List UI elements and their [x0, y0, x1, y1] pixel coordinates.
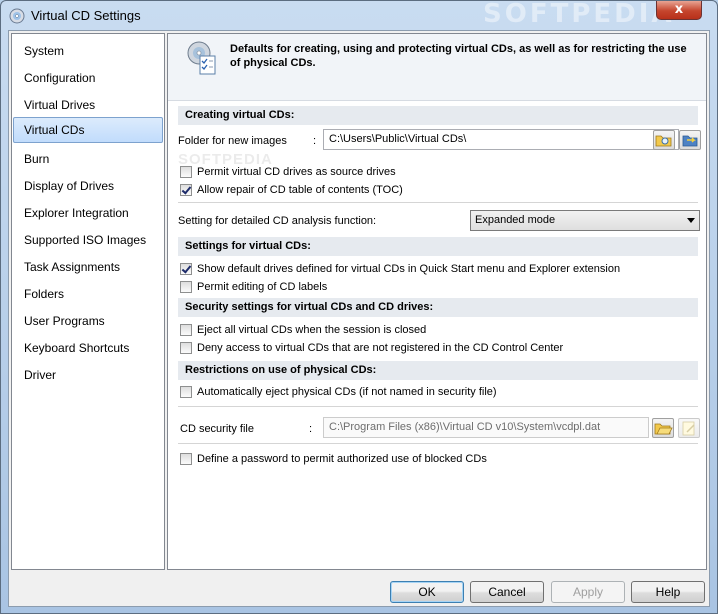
cancel-button[interactable]: Cancel	[470, 581, 544, 603]
allow-toc-repair-label: Allow repair of CD table of contents (TO…	[197, 184, 403, 196]
separator	[178, 202, 698, 203]
reset-folder-button[interactable]	[679, 130, 701, 150]
eject-all-on-close-label: Eject all virtual CDs when the session i…	[197, 324, 427, 336]
security-file-colon: :	[309, 423, 313, 435]
close-button[interactable]: x	[656, 1, 702, 20]
sidebar-item-display-of-drives[interactable]: Display of Drives	[13, 173, 163, 199]
ok-button[interactable]: OK	[390, 581, 464, 603]
cd-analysis-label: Setting for detailed CD analysis functio…	[178, 215, 377, 227]
section-restrictions-physical-cds: Restrictions on use of physical CDs:	[178, 361, 698, 380]
auto-eject-physical-label: Automatically eject physical CDs (if not…	[197, 386, 497, 398]
sidebar-item-burn[interactable]: Burn	[13, 146, 163, 172]
cd-analysis-mode-value: Expanded mode	[475, 214, 556, 226]
section-settings-virtual-cds: Settings for virtual CDs:	[178, 237, 698, 256]
sidebar-item-task-assignments[interactable]: Task Assignments	[13, 254, 163, 280]
close-icon: x	[674, 2, 684, 17]
folder-search-icon	[655, 135, 672, 147]
app-cd-icon	[9, 8, 25, 24]
sidebar-item-supported-iso-images[interactable]: Supported ISO Images	[13, 227, 163, 253]
virtual-cds-settings-panel: Defaults for creating, using and protect…	[167, 33, 707, 570]
dialog-client-area: System Configuration Virtual Drives Virt…	[8, 30, 710, 607]
sidebar-item-user-programs[interactable]: User Programs	[13, 308, 163, 334]
title-bar[interactable]: Virtual CD Settings SOFTPEDIA x	[1, 1, 717, 31]
chevron-down-icon	[687, 218, 695, 223]
permit-source-drives-label: Permit virtual CD drives as source drive…	[197, 166, 396, 178]
permit-editing-labels-label: Permit editing of CD labels	[197, 281, 328, 293]
folder-new-images-label: Folder for new images	[178, 135, 287, 147]
panel-description: Defaults for creating, using and protect…	[230, 43, 687, 69]
apply-button[interactable]: Apply	[551, 581, 625, 603]
edit-note-icon	[682, 421, 695, 436]
sidebar-item-explorer-integration[interactable]: Explorer Integration	[13, 200, 163, 226]
permit-source-drives-checkbox[interactable]	[180, 166, 192, 178]
sidebar-item-virtual-drives[interactable]: Virtual Drives	[13, 92, 163, 118]
sidebar-item-system[interactable]: System	[13, 38, 163, 64]
cd-settings-icon	[187, 41, 216, 75]
deny-unregistered-access-checkbox[interactable]	[180, 342, 192, 354]
browse-security-file-button[interactable]	[652, 418, 674, 438]
virtual-cd-settings-window: Virtual CD Settings SOFTPEDIA x System C…	[0, 0, 718, 614]
separator	[178, 443, 698, 444]
edit-security-file-button[interactable]	[678, 418, 700, 438]
open-folder-icon	[654, 423, 673, 435]
cd-analysis-mode-select[interactable]: Expanded mode	[470, 210, 700, 231]
permit-editing-labels-checkbox[interactable]	[180, 281, 192, 293]
panel-header: Defaults for creating, using and protect…	[168, 34, 706, 101]
sidebar-item-folders[interactable]: Folders	[13, 281, 163, 307]
sidebar-item-configuration[interactable]: Configuration	[13, 65, 163, 91]
settings-category-list[interactable]: System Configuration Virtual Drives Virt…	[11, 33, 165, 570]
browse-folder-button[interactable]	[653, 130, 675, 150]
show-default-drives-label: Show default drives defined for virtual …	[197, 263, 621, 275]
sidebar-item-driver[interactable]: Driver	[13, 362, 163, 388]
sidebar-item-keyboard-shortcuts[interactable]: Keyboard Shortcuts	[13, 335, 163, 361]
section-security-settings: Security settings for virtual CDs and CD…	[178, 298, 698, 317]
folder-new-images-input[interactable]: C:\Users\Public\Virtual CDs\	[323, 129, 679, 150]
folder-arrow-icon	[682, 135, 698, 147]
folder-colon: :	[313, 135, 317, 147]
allow-toc-repair-checkbox[interactable]	[180, 184, 192, 196]
define-password-label: Define a password to permit authorized u…	[197, 453, 487, 465]
sidebar-item-virtual-cds[interactable]: Virtual CDs	[13, 117, 163, 143]
eject-all-on-close-checkbox[interactable]	[180, 324, 192, 336]
define-password-checkbox[interactable]	[180, 453, 192, 465]
show-default-drives-checkbox[interactable]	[180, 263, 192, 275]
cd-security-file-input[interactable]: C:\Program Files (x86)\Virtual CD v10\Sy…	[323, 417, 649, 438]
cd-security-file-label: CD security file	[180, 423, 254, 435]
deny-unregistered-access-label: Deny access to virtual CDs that are not …	[197, 342, 564, 354]
auto-eject-physical-checkbox[interactable]	[180, 386, 192, 398]
window-title: Virtual CD Settings	[31, 8, 141, 23]
softpedia-watermark: SOFTPEDIA	[483, 0, 675, 29]
help-button[interactable]: Help	[631, 581, 705, 603]
separator	[178, 406, 698, 407]
section-creating-virtual-cds: Creating virtual CDs:	[178, 106, 698, 125]
